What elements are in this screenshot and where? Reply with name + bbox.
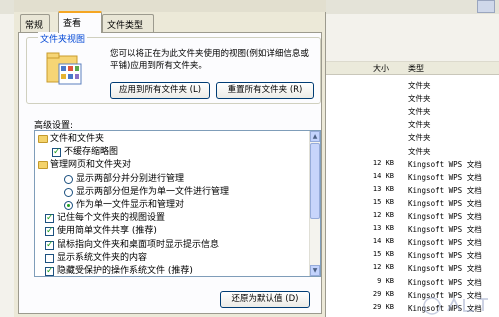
file-type: Kingsoft WPS 文档 (408, 198, 482, 208)
file-type: Kingsoft WPS 文档 (408, 277, 482, 287)
watermark-graphic (423, 296, 488, 315)
file-list-header: 大小 类型 (326, 62, 499, 75)
file-type: Kingsoft WPS 文档 (408, 225, 482, 235)
file-row[interactable]: 14 KB Kingsoft WPS 文档 (326, 170, 499, 183)
file-size: 29 KB (372, 289, 394, 298)
file-size: 14 KB (372, 171, 394, 180)
scroll-up-button[interactable]: ▲ (310, 131, 320, 142)
tab-view[interactable]: 查看 (58, 11, 102, 33)
advanced-settings-list[interactable]: 文件和文件夹不缓存缩略图管理网页和文件夹对显示两部分并分别进行管理显示两部分但是… (34, 130, 321, 277)
checkbox[interactable] (45, 212, 54, 225)
file-type: Kingsoft WPS 文档 (408, 172, 482, 182)
file-size: 15 KB (372, 197, 394, 206)
explorer-toolbar (326, 14, 499, 62)
file-row[interactable]: 15 KB Kingsoft WPS 文档 (326, 248, 499, 261)
file-row[interactable]: 15 KB Kingsoft WPS 文档 (326, 196, 499, 209)
radio-button[interactable] (64, 174, 73, 184)
file-type: Kingsoft WPS 文档 (408, 238, 482, 248)
watermark (418, 293, 499, 317)
file-row[interactable]: 文件夹 (326, 104, 499, 117)
file-row[interactable]: 文件夹 (326, 91, 499, 104)
advanced-setting-label: 隐藏受保护的操作系统文件 (推荐) (57, 266, 193, 276)
column-header-size[interactable]: 大小 (373, 63, 389, 74)
file-row[interactable]: 9 KB Kingsoft WPS 文档 (326, 275, 499, 288)
file-type: 文件夹 (408, 81, 431, 90)
advanced-setting-label: 文件和文件夹 (50, 134, 105, 144)
file-size: 13 KB (372, 184, 394, 193)
advanced-setting-label: 记住每个文件夹的视图设置 (57, 213, 166, 224)
column-header-type[interactable]: 类型 (408, 63, 424, 74)
file-type: 文件夹 (408, 120, 431, 130)
advanced-setting-label: 显示两部分但是作为单一文件进行管理 (76, 186, 230, 197)
reset-all-folders-button[interactable]: 重置所有文件夹 (R) (216, 82, 314, 99)
file-row[interactable]: 文件夹 (326, 117, 499, 130)
folder-views-description: 您可以将正在为此文件夹使用的视图(例如详细信息或平铺)应用到所有文件夹。 (110, 49, 309, 71)
file-row[interactable]: 12 KB Kingsoft WPS 文档 (326, 261, 499, 274)
file-size: 14 KB (372, 237, 394, 246)
file-type: 文件夹 (408, 107, 431, 117)
file-type: Kingsoft WPS 文档 (408, 264, 482, 274)
folder-options-dialog: 常规 查看 文件类型 文件夹视图 您可以将正在为此文件夹使用的视图(例如详细信息… (14, 0, 326, 317)
tab-general[interactable]: 常规 (20, 14, 50, 32)
scroll-thumb[interactable] (310, 143, 320, 219)
advanced-setting-label: 作为单一文件显示和管理对 (76, 200, 185, 210)
scroll-down-button[interactable]: ▼ (310, 265, 320, 276)
tab-file-types[interactable]: 文件类型 (102, 14, 154, 32)
file-size: 12 KB (372, 211, 394, 219)
file-row[interactable]: 文件夹 (326, 144, 499, 157)
file-type: 文件夹 (408, 94, 431, 104)
file-size: 29 KB (372, 302, 394, 311)
folder-icon (38, 135, 48, 143)
file-row[interactable]: 文件夹 (326, 78, 499, 91)
checkbox[interactable] (45, 253, 54, 263)
advanced-setting-label: 显示系统文件夹的内容 (57, 252, 148, 263)
file-type: Kingsoft WPS 文档 (408, 185, 482, 195)
folder-icon (38, 161, 48, 170)
checkbox[interactable] (52, 146, 61, 159)
advanced-setting-label: 鼠标指向文件夹和桌面项时显示提示信息 (57, 239, 220, 250)
advanced-settings-scrollbar[interactable]: ▲ ▼ (309, 131, 320, 276)
file-row[interactable]: 12 KB Kingsoft WPS 文档 (326, 157, 499, 170)
file-row[interactable]: 13 KB Kingsoft WPS 文档 (326, 222, 499, 235)
file-size: 13 KB (372, 224, 394, 233)
file-type: Kingsoft WPS 文档 (408, 251, 482, 261)
file-row[interactable]: 12 KB Kingsoft WPS 文档 (326, 209, 499, 222)
file-type: Kingsoft WPS 文档 (408, 159, 482, 169)
radio-button[interactable] (64, 187, 73, 197)
folder-views-icon (46, 52, 82, 85)
apply-to-all-folders-button[interactable]: 应用到所有文件夹 (L) (110, 82, 210, 99)
file-size: 9 KB (377, 276, 394, 285)
checkbox[interactable] (45, 265, 54, 276)
file-type: 文件夹 (408, 146, 431, 156)
checkbox[interactable] (45, 225, 54, 238)
advanced-setting-label: 管理网页和文件夹对 (50, 160, 132, 171)
window-control-button[interactable] (477, 0, 495, 13)
file-row[interactable]: 文件夹 (326, 130, 499, 143)
advanced-setting-label: 显示两部分并分别进行管理 (76, 173, 185, 184)
explorer-left-edge (0, 14, 14, 317)
folder-views-legend: 文件夹视图 (38, 32, 88, 45)
file-row[interactable]: 13 KB Kingsoft WPS 文档 (326, 183, 499, 196)
file-type: Kingsoft WPS 文档 (408, 212, 482, 221)
restore-defaults-button[interactable]: 还原为默认值 (D) (220, 291, 310, 308)
advanced-setting-label: 使用简单文件共享 (推荐) (57, 226, 157, 237)
file-size: 12 KB (372, 263, 394, 272)
radio-button[interactable] (64, 201, 73, 210)
file-size: 12 KB (372, 158, 394, 167)
file-size: 15 KB (372, 250, 394, 259)
file-type: 文件夹 (408, 133, 431, 143)
checkbox[interactable] (45, 239, 54, 252)
advanced-setting-label: 不缓存缩略图 (64, 147, 119, 158)
file-row[interactable]: 14 KB Kingsoft WPS 文档 (326, 235, 499, 248)
